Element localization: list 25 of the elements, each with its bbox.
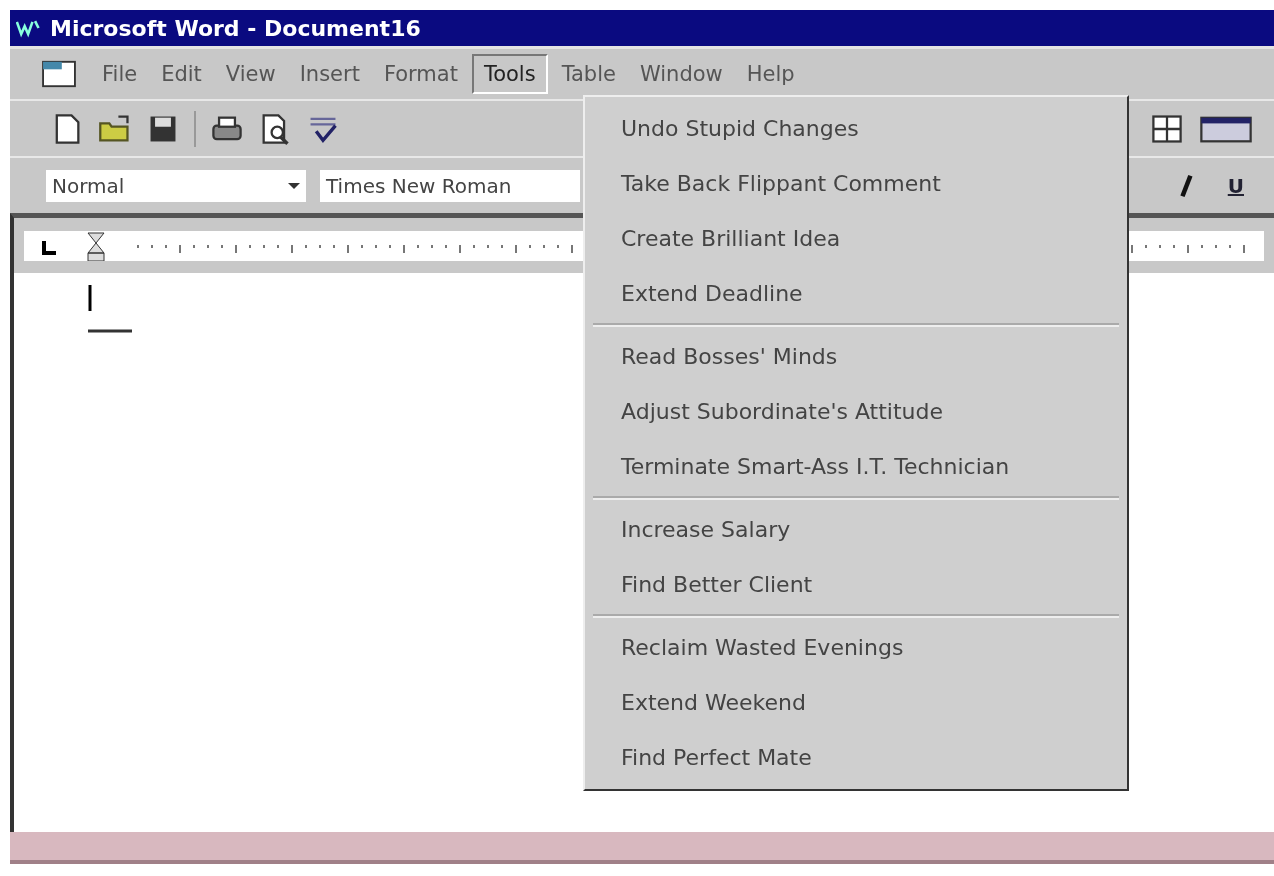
document-icon[interactable] bbox=[40, 59, 78, 89]
menu-item[interactable]: Terminate Smart-Ass I.T. Technician bbox=[585, 439, 1127, 494]
menu-item[interactable]: Help bbox=[736, 56, 805, 92]
menu-item[interactable]: Extend Weekend bbox=[585, 675, 1127, 730]
window-title: Microsoft Word - Document16 bbox=[50, 15, 421, 41]
menu-item[interactable]: Extend Deadline bbox=[585, 266, 1127, 321]
menu-item[interactable]: Find Perfect Mate bbox=[585, 730, 1127, 785]
menu-item[interactable]: Reclaim Wasted Evenings bbox=[585, 620, 1127, 675]
menu-item[interactable]: Undo Stupid Changes bbox=[585, 101, 1127, 156]
menu-item[interactable]: Take Back Flippant Comment bbox=[585, 156, 1127, 211]
menu-item[interactable]: Tools bbox=[471, 54, 548, 94]
menu-item[interactable]: Table bbox=[551, 56, 626, 92]
menu-item[interactable]: Window bbox=[629, 56, 733, 92]
menu-item[interactable]: Insert bbox=[289, 56, 370, 92]
word-logo-icon bbox=[16, 18, 42, 38]
menu-item[interactable]: Increase Salary bbox=[585, 502, 1127, 557]
menu-item[interactable]: Read Bosses' Minds bbox=[585, 329, 1127, 384]
font-dropdown[interactable]: Times New Roman bbox=[320, 169, 580, 202]
style-dropdown[interactable]: Normal bbox=[46, 169, 306, 202]
menu-item[interactable]: Find Better Client bbox=[585, 557, 1127, 612]
menu-item[interactable]: File bbox=[92, 56, 148, 92]
menu-item[interactable]: Edit bbox=[151, 56, 212, 92]
menu-item[interactable]: View bbox=[215, 56, 286, 92]
menu-item[interactable]: Adjust Subordinate's Attitude bbox=[585, 384, 1127, 439]
menu-item[interactable]: Format bbox=[373, 56, 468, 92]
